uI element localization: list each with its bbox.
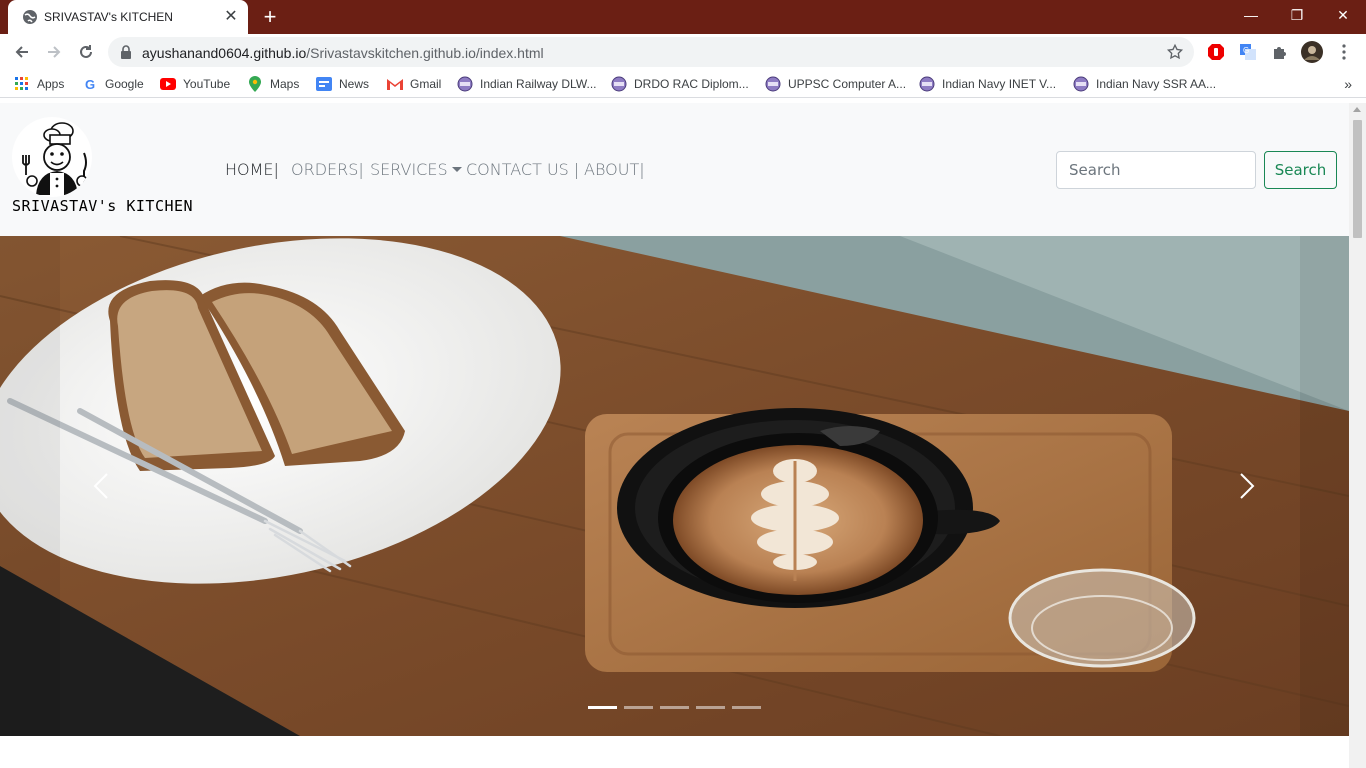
bookmark-label: Indian Navy INET V...	[942, 77, 1057, 91]
close-window-button[interactable]: ✕	[1320, 0, 1366, 30]
bookmark-label: DRDO RAC Diplom...	[634, 77, 749, 91]
scroll-up-arrow-icon[interactable]	[1353, 107, 1361, 112]
carousel-prev-button[interactable]	[86, 466, 116, 506]
bookmark-youtube[interactable]: YouTube	[160, 75, 230, 93]
reload-icon	[80, 45, 92, 58]
globe-icon	[611, 76, 627, 92]
google-icon: G	[84, 76, 96, 92]
site-navbar: SRIVASTAV's KITCHEN HOME| ORDERS| SERVIC…	[0, 103, 1349, 236]
bookmark-drdo[interactable]: DRDO RAC Diplom...	[611, 75, 749, 93]
gmail-icon	[387, 76, 403, 92]
page-viewport: SRIVASTAV's KITCHEN HOME| ORDERS| SERVIC…	[0, 103, 1349, 768]
translate-extension-icon[interactable]: G	[1237, 41, 1259, 63]
minimize-button[interactable]: —	[1228, 0, 1274, 30]
carousel-next-button[interactable]	[1232, 466, 1262, 506]
url-host: ayushanand0604.github.io	[142, 45, 307, 61]
profile-avatar[interactable]	[1301, 41, 1323, 63]
nav-contact[interactable]: CONTACT US |	[466, 160, 579, 179]
bookmark-star-icon[interactable]	[1166, 43, 1184, 61]
globe-icon	[919, 76, 935, 92]
chef-logo-image	[22, 122, 88, 195]
hero-carousel	[0, 236, 1349, 736]
bookmark-label: Apps	[37, 77, 65, 91]
bookmark-label: Gmail	[410, 77, 442, 91]
reload-button[interactable]	[72, 38, 100, 66]
bookmark-label: News	[339, 77, 370, 91]
bookmark-indian-railway[interactable]: Indian Railway DLW...	[457, 75, 597, 93]
nav-about[interactable]: ABOUT|	[584, 160, 645, 179]
search-button[interactable]: Search	[1264, 151, 1337, 189]
globe-icon	[23, 10, 37, 24]
bookmark-label: Google	[105, 77, 144, 91]
nav-home[interactable]: HOME|	[225, 160, 279, 179]
scrollbar-thumb[interactable]	[1353, 120, 1362, 238]
browser-tabstrip: SRIVASTAV's KITCHEN ✕ + — ❐ ✕	[0, 0, 1366, 34]
carousel-indicator-5[interactable]	[732, 706, 761, 709]
nav-services-label: SERVICES	[370, 160, 448, 179]
carousel-slide-image	[0, 236, 1349, 736]
bookmark-apps[interactable]: Apps	[14, 75, 64, 93]
bookmark-google[interactable]: G Google	[82, 75, 144, 93]
carousel-indicator-3[interactable]	[660, 706, 689, 709]
browser-toolbar: ayushanand0604.github.io/Srivastavskitch…	[0, 34, 1366, 70]
adblock-extension-icon[interactable]	[1205, 41, 1227, 63]
bookmark-label: YouTube	[183, 77, 231, 91]
search-input[interactable]	[1056, 151, 1256, 189]
bookmark-label: UPPSC Computer A...	[788, 77, 907, 91]
svg-text:G: G	[1243, 46, 1249, 55]
page-scrollbar[interactable]	[1349, 103, 1366, 768]
new-tab-button[interactable]: +	[258, 5, 282, 29]
carousel-indicator-4[interactable]	[696, 706, 725, 709]
news-icon	[316, 76, 332, 92]
brand-name[interactable]: SRIVASTAV's KITCHEN	[12, 197, 193, 215]
bookmarks-bar: Apps G Google YouTube Maps News Gmail Ind…	[0, 70, 1366, 98]
carousel-indicators	[588, 706, 761, 709]
youtube-icon	[160, 76, 176, 92]
carousel-indicator-2[interactable]	[624, 706, 653, 709]
address-bar[interactable]: ayushanand0604.github.io/Srivastavskitch…	[108, 37, 1194, 67]
bookmarks-overflow-icon[interactable]: »	[1344, 76, 1352, 92]
chevron-right-icon	[1240, 473, 1255, 499]
url-text: ayushanand0604.github.io/Srivastavskitch…	[142, 45, 544, 61]
browser-tab[interactable]: SRIVASTAV's KITCHEN ✕	[8, 0, 248, 34]
back-button[interactable]	[8, 38, 36, 66]
globe-icon	[765, 76, 781, 92]
puzzle-extensions-icon[interactable]	[1269, 41, 1291, 63]
bookmark-navy-inet[interactable]: Indian Navy INET V...	[919, 75, 1056, 93]
bookmark-label: Indian Railway DLW...	[480, 77, 597, 91]
bookmark-navy-ssr[interactable]: Indian Navy SSR AA...	[1073, 75, 1216, 93]
bookmark-label: Indian Navy SSR AA...	[1096, 77, 1217, 91]
url-path: /Srivastavskitchen.github.io/index.html	[306, 45, 544, 61]
maps-icon	[247, 76, 263, 92]
arrow-left-icon	[15, 46, 28, 58]
nav-orders[interactable]: ORDERS|	[291, 160, 364, 179]
chevron-left-icon	[93, 473, 108, 499]
carousel-indicator-1[interactable]	[588, 706, 617, 709]
close-tab-icon[interactable]: ✕	[222, 8, 240, 26]
arrow-right-icon	[48, 46, 61, 58]
chef-logo[interactable]	[12, 117, 92, 197]
browser-menu-icon[interactable]	[1333, 41, 1355, 63]
nav-services-dropdown[interactable]: SERVICES	[370, 160, 462, 179]
lock-icon	[121, 45, 131, 59]
bookmark-maps[interactable]: Maps	[247, 75, 299, 93]
globe-icon	[1073, 76, 1089, 92]
bookmark-news[interactable]: News	[316, 75, 369, 93]
bookmark-uppsc[interactable]: UPPSC Computer A...	[765, 75, 906, 93]
bookmark-gmail[interactable]: Gmail	[387, 75, 441, 93]
restore-button[interactable]: ❐	[1274, 0, 1320, 30]
bookmark-label: Maps	[270, 77, 300, 91]
apps-grid-icon	[14, 76, 30, 92]
forward-button[interactable]	[40, 38, 68, 66]
globe-icon	[457, 76, 473, 92]
tab-title: SRIVASTAV's KITCHEN	[44, 10, 173, 24]
caret-down-icon	[451, 167, 462, 172]
